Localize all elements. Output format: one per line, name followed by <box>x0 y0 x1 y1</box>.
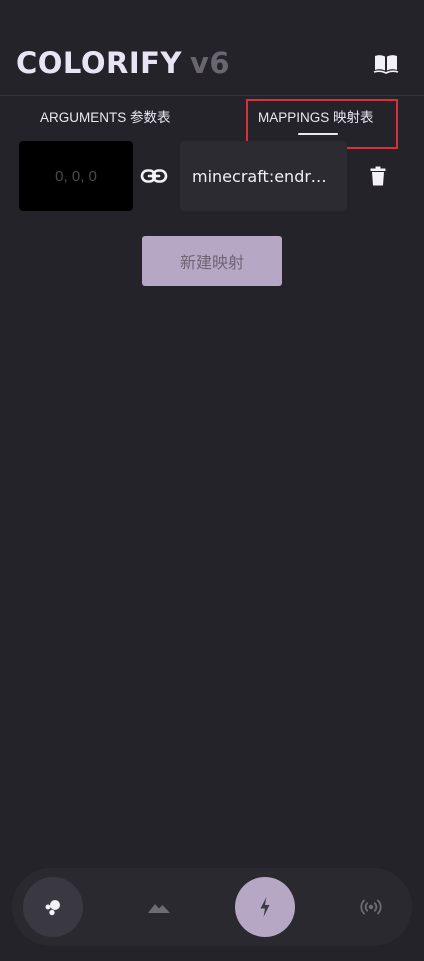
nav-terrain[interactable] <box>129 877 189 937</box>
bubbles-icon <box>45 900 60 916</box>
trash-icon <box>370 166 386 186</box>
open-book-icon <box>373 55 399 74</box>
nav-bolt[interactable] <box>235 877 295 937</box>
bolt-icon <box>260 897 270 917</box>
broadcast-icon <box>360 899 382 915</box>
nav-bubbles[interactable] <box>23 877 83 937</box>
block-id-field[interactable]: minecraft:endro… <box>180 141 347 211</box>
docs-button[interactable] <box>370 50 402 78</box>
brand-name: COLORIFY <box>16 46 182 80</box>
tab-arguments[interactable]: ARGUMENTS 参数表 <box>40 108 171 130</box>
new-mapping-button[interactable]: 新建映射 <box>142 236 282 286</box>
brand-version: v6 <box>189 46 231 80</box>
header: COLORIFY v6 <box>0 0 424 96</box>
nav-broadcast[interactable] <box>341 877 401 937</box>
app-root: COLORIFY v6 ARGUMENTS 参数表 MAPPINGS 映射表 0,… <box>0 0 424 961</box>
terrain-icon <box>148 904 170 913</box>
active-tab-indicator <box>298 133 338 135</box>
color-swatch[interactable]: 0, 0, 0 <box>19 141 133 211</box>
block-id-value: minecraft:endro… <box>192 166 335 186</box>
app-title: COLORIFY v6 <box>16 44 230 82</box>
color-value: 0, 0, 0 <box>55 167 97 185</box>
bottom-nav <box>12 868 412 946</box>
link-icon <box>140 164 168 188</box>
tab-mappings[interactable]: MAPPINGS 映射表 <box>258 108 374 130</box>
delete-mapping-button[interactable] <box>366 164 390 188</box>
